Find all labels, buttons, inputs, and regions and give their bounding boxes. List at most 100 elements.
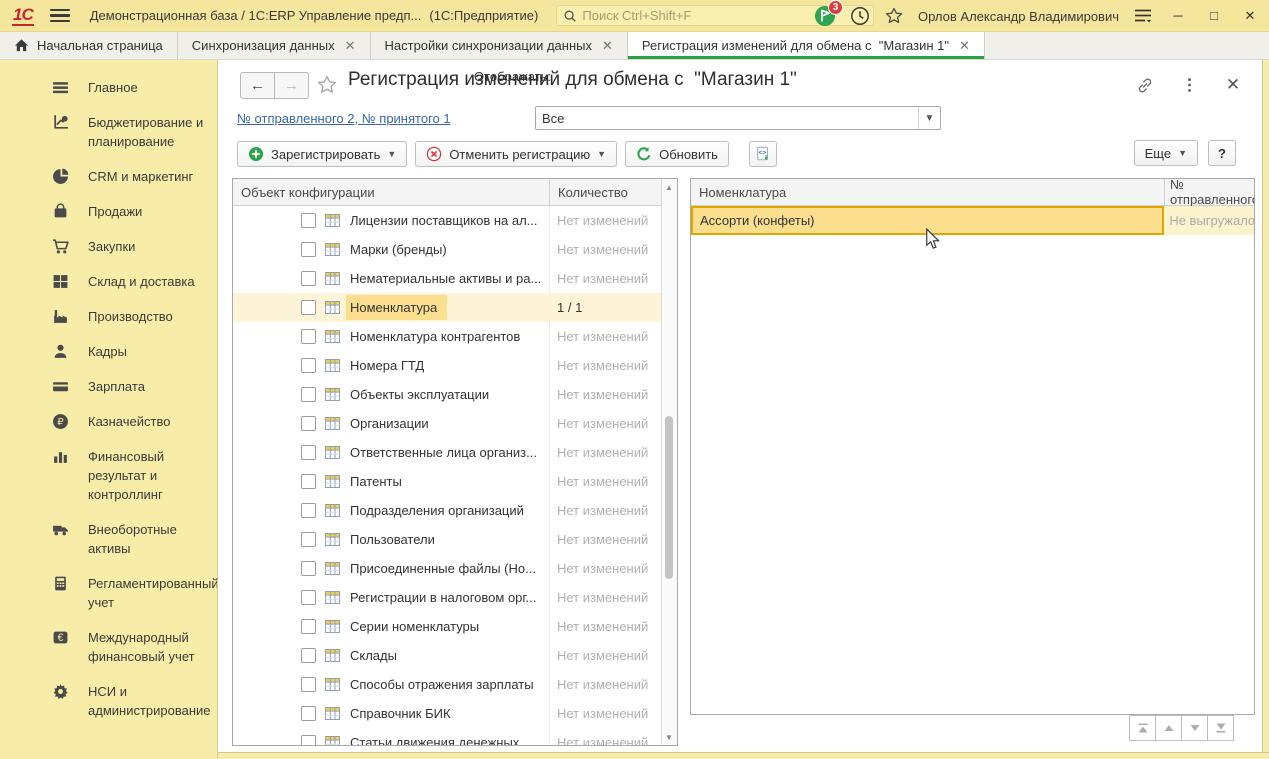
config-object-row[interactable]: Организации Нет изменений <box>233 409 662 438</box>
config-object-row[interactable]: Пользователи Нет изменений <box>233 525 662 554</box>
config-object-row[interactable]: Объекты эксплуатации Нет изменений <box>233 380 662 409</box>
row-checkbox[interactable] <box>301 532 316 547</box>
row-checkbox[interactable] <box>301 329 316 344</box>
close-form-icon[interactable]: ✕ <box>1224 76 1242 94</box>
config-object-row[interactable]: Марки (бренды) Нет изменений <box>233 235 662 264</box>
user-name[interactable]: Орлов Александр Владимирович <box>918 9 1119 24</box>
tab[interactable]: Регистрация изменений для обмена с "Мага… <box>628 32 985 59</box>
config-object-row[interactable]: Патенты Нет изменений <box>233 467 662 496</box>
tab[interactable]: Начальная страница <box>0 32 178 59</box>
column-header-sent-number[interactable]: № отправленного <box>1164 179 1254 205</box>
scroll-down-icon[interactable]: ▼ <box>662 730 676 744</box>
sidebar-item[interactable]: Регламентированный учет <box>0 566 217 620</box>
more-actions-button[interactable]: Еще ▼ <box>1134 140 1198 166</box>
row-checkbox[interactable] <box>301 590 316 605</box>
service-menu-icon[interactable] <box>1133 6 1153 26</box>
config-object-row[interactable]: Лицензии поставщиков на ал... Нет измене… <box>233 206 662 235</box>
registered-item-name[interactable]: Ассорти (конфеты) <box>691 206 1164 235</box>
back-button[interactable]: ← <box>240 72 275 99</box>
message-counters-link[interactable]: № отправленного 2, № принятого 1 <box>237 111 451 126</box>
row-checkbox[interactable] <box>301 561 316 576</box>
move-bottom-button[interactable] <box>1207 715 1234 741</box>
config-object-row[interactable]: Способы отражения зарплаты Нет изменений <box>233 670 662 699</box>
tab-close-icon[interactable]: ✕ <box>345 39 356 52</box>
row-checkbox[interactable] <box>301 416 316 431</box>
sidebar-item[interactable]: Производство <box>0 299 217 334</box>
tab-close-icon[interactable]: ✕ <box>602 39 613 52</box>
move-up-button[interactable] <box>1155 715 1182 741</box>
config-object-row[interactable]: Серии номенклатуры Нет изменений <box>233 612 662 641</box>
config-object-row[interactable]: Статьи движения денежных... Нет изменени… <box>233 728 662 746</box>
column-header-count[interactable]: Количество <box>549 179 662 205</box>
add-to-favorites-star-icon[interactable] <box>316 74 338 96</box>
config-object-row[interactable]: Номенклатура контрагентов Нет изменений <box>233 322 662 351</box>
row-checkbox[interactable] <box>301 242 316 257</box>
column-header-object[interactable]: Объект конфигурации <box>233 179 549 205</box>
sidebar-item[interactable]: Склад и доставка <box>0 264 217 299</box>
config-object-row[interactable]: Ответственные лица организ... Нет измене… <box>233 438 662 467</box>
chevron-down-icon[interactable]: ▼ <box>918 107 940 129</box>
config-object-row[interactable]: Подразделения организаций Нет изменений <box>233 496 662 525</box>
row-checkbox[interactable] <box>301 474 316 489</box>
favorites-star-icon[interactable] <box>884 6 904 26</box>
close-window-button[interactable]: ✕ <box>1239 6 1261 26</box>
sidebar-item[interactable]: € Международный финансовый учет <box>0 620 217 674</box>
sidebar-item[interactable]: Зарплата <box>0 369 217 404</box>
row-checkbox[interactable] <box>301 706 316 721</box>
forward-button[interactable]: → <box>275 72 309 99</box>
row-checkbox[interactable] <box>301 503 316 518</box>
scroll-up-icon[interactable]: ▲ <box>662 180 676 194</box>
register-button[interactable]: Зарегистрировать ▼ <box>237 141 407 167</box>
config-object-row[interactable]: Присоединенные файлы (Но... Нет изменени… <box>233 554 662 583</box>
registered-item-row[interactable]: Ассорти (конфеты) Не выгружалось <box>691 206 1254 235</box>
scrollbar-thumb[interactable] <box>665 416 673 579</box>
get-link-icon[interactable] <box>1136 76 1154 94</box>
row-checkbox[interactable] <box>301 445 316 460</box>
row-checkbox[interactable] <box>301 735 316 746</box>
config-object-row[interactable]: Номера ГТД Нет изменений <box>233 351 662 380</box>
tab-close-icon[interactable]: ✕ <box>959 39 970 52</box>
move-top-button[interactable] <box>1129 715 1156 741</box>
cancel-registration-button[interactable]: Отменить регистрацию ▼ <box>415 141 617 167</box>
display-filter-select[interactable]: Все ▼ <box>535 106 941 130</box>
sidebar-item[interactable]: Внеоборотные активы <box>0 512 217 566</box>
main-menu-icon[interactable] <box>50 9 70 23</box>
row-checkbox[interactable] <box>301 387 316 402</box>
sidebar-item[interactable]: Бюджетирование и планирование <box>0 105 217 159</box>
row-checkbox[interactable] <box>301 358 316 373</box>
tab[interactable]: Настройки синхронизации данных ✕ <box>371 32 628 59</box>
row-checkbox[interactable] <box>301 213 316 228</box>
config-object-row[interactable]: Справочник БИК Нет изменений <box>233 699 662 728</box>
more-options-dots-icon[interactable] <box>1180 76 1198 94</box>
sidebar-item[interactable]: НСИ и администрирование <box>0 674 217 728</box>
config-object-row[interactable]: Номенклатура 1 / 1 <box>233 293 662 322</box>
row-checkbox[interactable] <box>301 619 316 634</box>
column-header-nomenclature[interactable]: Номенклатура <box>691 179 1164 205</box>
config-object-row[interactable]: Регистрации в налоговом орг... Нет измен… <box>233 583 662 612</box>
move-down-button[interactable] <box>1181 715 1208 741</box>
export-changes-button[interactable]: <> <box>749 141 777 167</box>
row-checkbox[interactable] <box>301 677 316 692</box>
vertical-scrollbar[interactable]: ▲ ▼ <box>661 179 677 745</box>
row-checkbox[interactable] <box>301 648 316 663</box>
sidebar-item[interactable]: Закупки <box>0 229 217 264</box>
row-checkbox[interactable] <box>301 300 316 315</box>
maximize-button[interactable]: □ <box>1203 6 1225 26</box>
catalog-grid-icon <box>325 243 340 256</box>
history-icon[interactable] <box>850 6 870 26</box>
sidebar-item[interactable]: Кадры <box>0 334 217 369</box>
sidebar-item[interactable]: ₽ Казначейство <box>0 404 217 439</box>
search-placeholder: Поиск Ctrl+Shift+F <box>582 8 691 23</box>
sidebar-item[interactable]: Главное <box>0 70 217 105</box>
sidebar-item[interactable]: Финансовый результат и контроллинг <box>0 439 217 512</box>
row-checkbox[interactable] <box>301 271 316 286</box>
notifications-icon[interactable]: 3 <box>814 5 836 27</box>
tab[interactable]: Синхронизация данных ✕ <box>178 32 371 59</box>
sidebar-item[interactable]: Продажи <box>0 194 217 229</box>
help-button[interactable]: ? <box>1208 140 1236 166</box>
minimize-button[interactable]: ─ <box>1167 6 1189 26</box>
config-object-row[interactable]: Склады Нет изменений <box>233 641 662 670</box>
sidebar-item[interactable]: CRM и маркетинг <box>0 159 217 194</box>
config-object-row[interactable]: Нематериальные активы и ра... Нет измене… <box>233 264 662 293</box>
refresh-button[interactable]: Обновить <box>625 141 729 167</box>
